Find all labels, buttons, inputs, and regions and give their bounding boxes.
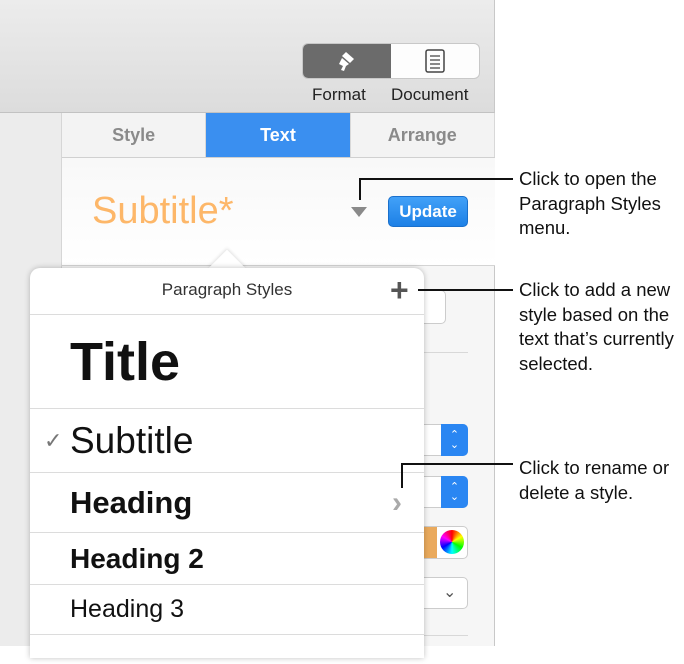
style-label: Heading 3 [70, 595, 184, 623]
current-paragraph-style[interactable]: Subtitle* [92, 190, 234, 233]
callout-line [401, 463, 403, 488]
style-item-heading-3[interactable]: Heading 3 [30, 584, 424, 634]
add-style-icon[interactable]: + [390, 272, 409, 309]
document-icon [425, 49, 445, 73]
callout-line [418, 289, 513, 291]
paragraph-styles-menu-triangle-icon[interactable] [351, 207, 367, 217]
callout-line [359, 178, 361, 200]
format-label: Format [312, 85, 366, 104]
style-label: Title [70, 331, 181, 392]
style-label: Heading 2 [70, 542, 204, 574]
callout-rename-style: Click to rename or delete a style. [519, 457, 670, 503]
stepper-icon[interactable]: ⌃ ⌄ [441, 476, 468, 508]
style-item-heading-2[interactable]: Heading 2 [30, 532, 424, 584]
popover-title: Paragraph Styles [161, 280, 293, 299]
callout-paragraph-styles-menu: Click to open the Paragraph Styles menu. [519, 168, 661, 238]
tab-text[interactable]: Text [206, 113, 351, 157]
document-button[interactable] [391, 44, 479, 78]
style-item-heading[interactable]: Heading › [30, 472, 424, 532]
callout-line [401, 463, 513, 465]
paintbrush-icon [339, 52, 354, 71]
chevron-down-icon: ⌄ [443, 584, 457, 601]
callout-line [359, 178, 513, 180]
style-item-subtitle[interactable]: ✓ Subtitle [30, 408, 424, 472]
chevron-right-icon[interactable]: › [392, 486, 402, 520]
stepper-icon[interactable]: ⌃ ⌄ [441, 424, 468, 456]
style-item-more[interactable] [30, 634, 424, 664]
style-item-title[interactable]: Title [30, 314, 424, 408]
style-label: Heading [70, 484, 193, 520]
style-label: Subtitle [70, 419, 194, 461]
paragraph-styles-popover: Paragraph Styles + Title ✓ Subtitle Head… [30, 268, 424, 658]
callout-add-style: Click to add a new style based on the te… [519, 279, 674, 374]
tab-style[interactable]: Style [62, 113, 207, 157]
tab-arrange[interactable]: Arrange [350, 113, 495, 157]
update-button[interactable]: Update [388, 196, 468, 227]
format-button[interactable] [303, 44, 391, 78]
document-label: Document [391, 85, 469, 104]
color-wheel-icon[interactable] [440, 530, 464, 554]
inspector-tabs: Style Text Arrange [62, 113, 495, 158]
format-document-toggle [302, 43, 480, 79]
checkmark-icon: ✓ [44, 427, 63, 453]
